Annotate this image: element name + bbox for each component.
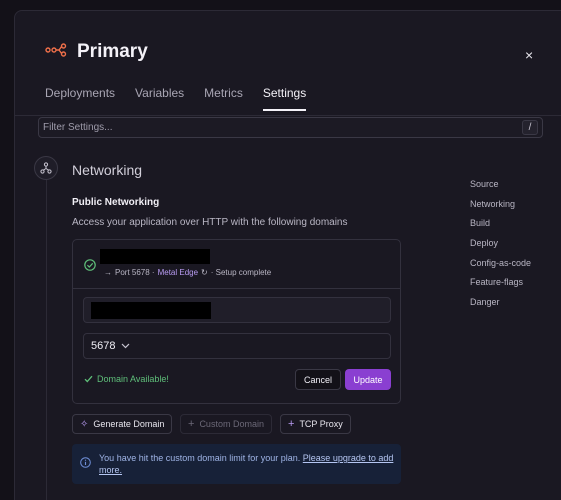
generate-domain-label: Generate Domain — [93, 419, 165, 429]
plus-icon: + — [288, 418, 295, 430]
info-icon — [80, 457, 91, 468]
setup-status: · Setup complete — [210, 268, 272, 277]
public-networking-description: Access your application over HTTP with t… — [72, 217, 348, 228]
side-nav-networking[interactable]: Networking — [470, 199, 531, 219]
service-title: Primary — [77, 41, 148, 62]
plus-icon: + — [188, 418, 195, 430]
check-icon — [84, 375, 93, 383]
domain-availability: Domain Available! — [84, 374, 169, 384]
arrow-right-icon: → — [104, 268, 112, 277]
domain-input[interactable] — [83, 297, 391, 323]
filter-settings-field: / — [38, 117, 543, 138]
tab-metrics[interactable]: Metrics — [204, 86, 243, 111]
service-icon — [45, 42, 67, 62]
side-nav-danger[interactable]: Danger — [470, 297, 531, 317]
side-nav-build[interactable]: Build — [470, 218, 531, 238]
custom-domain-label: Custom Domain — [199, 419, 264, 429]
chevron-down-icon — [122, 343, 130, 349]
tab-divider — [15, 115, 561, 116]
update-button[interactable]: Update — [345, 369, 391, 390]
availability-text: Domain Available! — [97, 374, 169, 384]
check-circle-icon — [84, 259, 96, 271]
tcp-proxy-label: TCP Proxy — [299, 419, 343, 429]
tab-bar: Deployments Variables Metrics Settings — [45, 86, 326, 111]
generate-domain-button[interactable]: ✧ Generate Domain — [72, 414, 173, 434]
tab-variables[interactable]: Variables — [135, 86, 184, 111]
cancel-button[interactable]: Cancel — [295, 369, 341, 390]
port-text: Port 5678 · — [115, 268, 155, 277]
side-nav-deploy[interactable]: Deploy — [470, 238, 531, 258]
domain-meta: → Port 5678 · Metal Edge ↻ · Setup compl… — [104, 268, 271, 277]
tab-deployments[interactable]: Deployments — [45, 86, 115, 111]
notice-text-block: You have hit the custom domain limit for… — [99, 452, 394, 476]
section-title: Networking — [72, 162, 143, 178]
close-icon[interactable]: × — [525, 47, 533, 63]
service-panel: Primary × Deployments Variables Metrics … — [14, 10, 561, 500]
redacted-domain-value — [91, 302, 211, 319]
tab-settings[interactable]: Settings — [262, 86, 307, 111]
domain-limit-notice: You have hit the custom domain limit for… — [72, 444, 401, 484]
side-nav-config-as-code[interactable]: Config-as-code — [470, 258, 531, 278]
metal-edge-label: Metal Edge — [157, 268, 199, 277]
custom-domain-button[interactable]: + Custom Domain — [180, 414, 272, 434]
side-nav-feature-flags[interactable]: Feature-flags — [470, 277, 531, 297]
public-networking-heading: Public Networking — [72, 197, 160, 208]
refresh-icon[interactable]: ↻ — [201, 268, 208, 277]
side-nav-source[interactable]: Source — [470, 179, 531, 199]
service-header: Primary — [45, 41, 148, 63]
filter-settings-input[interactable] — [43, 122, 513, 133]
port-select[interactable]: 5678 — [83, 333, 391, 359]
sparkle-icon: ✧ — [80, 418, 89, 430]
redacted-domain — [100, 249, 210, 264]
port-value: 5678 — [91, 340, 116, 352]
network-icon — [40, 162, 52, 174]
tcp-proxy-button[interactable]: + TCP Proxy — [280, 414, 351, 434]
notice-text: You have hit the custom domain limit for… — [99, 453, 301, 463]
shortcut-key: / — [522, 120, 538, 135]
networking-badge — [34, 156, 58, 180]
domain-card: → Port 5678 · Metal Edge ↻ · Setup compl… — [72, 239, 401, 404]
section-timeline — [46, 177, 47, 500]
domain-card-header: → Port 5678 · Metal Edge ↻ · Setup compl… — [73, 240, 400, 289]
settings-side-nav: Source Networking Build Deploy Config-as… — [470, 179, 531, 317]
